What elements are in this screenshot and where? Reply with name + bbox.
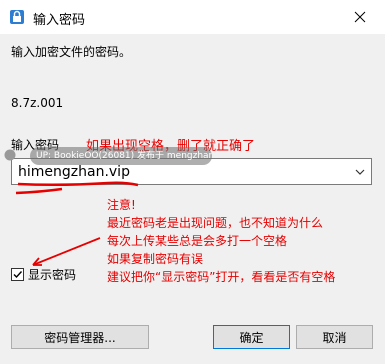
title-bar: 输入密码 bbox=[0, 0, 385, 34]
underline-mark bbox=[15, 187, 63, 195]
password-value: himengzhan.vip bbox=[18, 164, 130, 180]
window-title: 输入密码 bbox=[33, 13, 86, 28]
app-icon bbox=[10, 10, 24, 24]
note-line: 如果复制密码有误 bbox=[107, 252, 204, 266]
password-manager-button[interactable]: 密码管理器... bbox=[11, 325, 149, 349]
cancel-button[interactable]: 取消 bbox=[296, 325, 373, 349]
close-button[interactable] bbox=[335, 0, 385, 34]
show-password-checkbox[interactable] bbox=[11, 268, 24, 281]
watermark-icon bbox=[4, 149, 16, 161]
show-password-label: 显示密码 bbox=[28, 268, 77, 282]
watermark: UP: BookieOO(26081) 发布于 mengzhan.net bbox=[30, 147, 212, 165]
dialog-prompt: 输入加密文件的密码。 bbox=[11, 45, 132, 59]
note-line: 每次上传某些总是会多打一个空格 bbox=[107, 234, 288, 248]
chevron-down-icon[interactable] bbox=[353, 165, 367, 179]
ok-button[interactable]: 确定 bbox=[213, 325, 290, 349]
show-password-toggle[interactable]: 显示密码 bbox=[11, 266, 76, 283]
close-icon bbox=[354, 11, 366, 23]
annotation-note: 注意! 最近密码老是出现问题，也不知道为什么 每次上传某些总是会多打一个空格 如… bbox=[107, 196, 335, 286]
note-line: 建议把你“显示密码”打开，看看是否有空格 bbox=[107, 270, 336, 284]
note-line: 注意! bbox=[107, 198, 136, 212]
checkmark-icon bbox=[13, 271, 23, 279]
archive-name: 8.7z.001 bbox=[11, 96, 64, 110]
arrow-head bbox=[32, 257, 42, 266]
arrow-line bbox=[32, 237, 101, 266]
note-line: 最近密码老是出现问题，也不知道为什么 bbox=[107, 216, 324, 230]
